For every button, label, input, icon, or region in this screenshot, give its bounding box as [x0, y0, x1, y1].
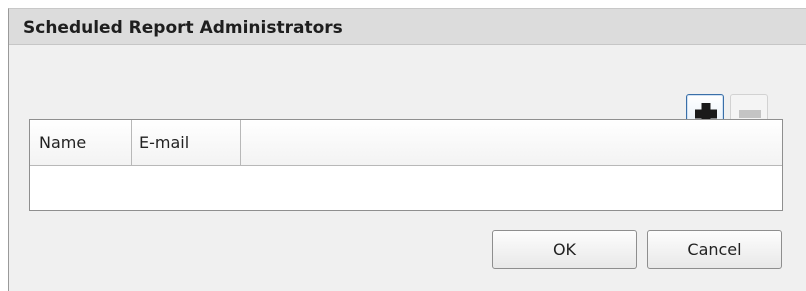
cancel-button[interactable]: Cancel [647, 230, 782, 269]
column-header-email[interactable]: E-mail [132, 120, 241, 165]
column-header-name[interactable]: Name [30, 120, 132, 165]
table-header: Name E-mail [30, 120, 782, 166]
dialog-title: Scheduled Report Administrators [23, 18, 343, 38]
administrators-table: Name E-mail [29, 119, 783, 211]
scheduled-report-administrators-dialog: Scheduled Report Administrators Name E-m… [8, 8, 806, 291]
dialog-titlebar: Scheduled Report Administrators [9, 9, 806, 45]
table-body[interactable] [30, 166, 782, 210]
ok-button[interactable]: OK [492, 230, 637, 269]
